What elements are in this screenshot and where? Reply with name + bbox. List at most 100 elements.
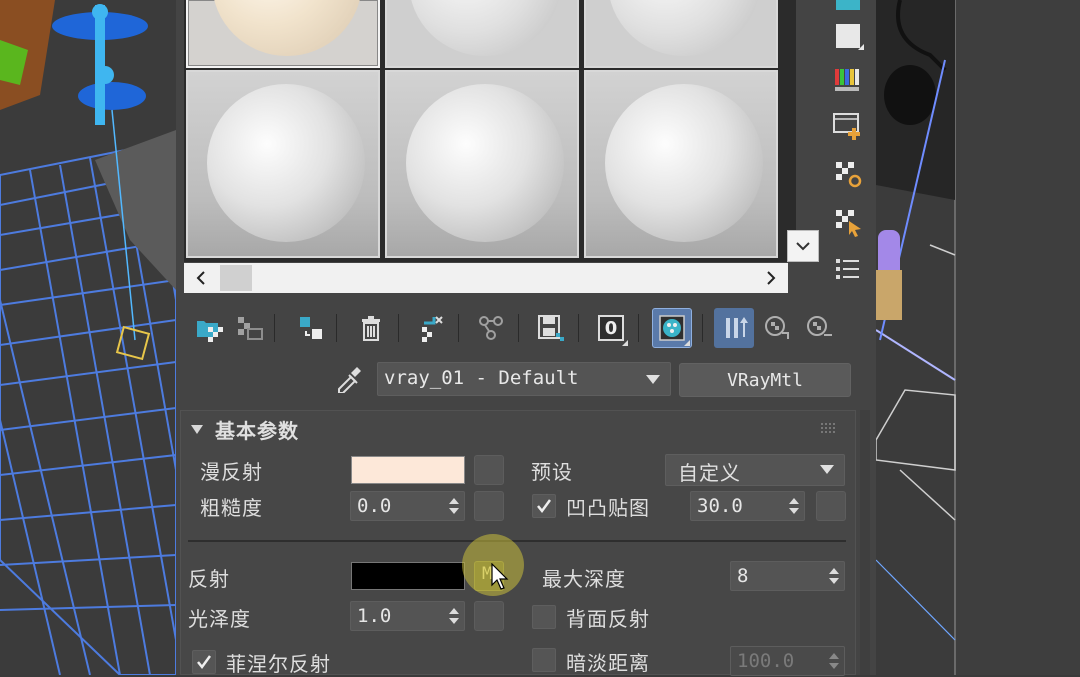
glossiness-spinner[interactable]: 1.0 bbox=[350, 601, 465, 631]
collapse-triangle-icon bbox=[191, 425, 203, 434]
max-depth-label: 最大深度 bbox=[542, 567, 626, 591]
roughness-label: 粗糙度 bbox=[200, 496, 263, 520]
go-forward-sibling-button[interactable] bbox=[802, 310, 836, 346]
reflect-label: 反射 bbox=[188, 567, 230, 591]
save-disk-icon bbox=[538, 315, 564, 341]
max-depth-spinner[interactable]: 8 bbox=[730, 561, 845, 591]
group-separator bbox=[188, 540, 846, 542]
max-depth-value: 8 bbox=[737, 565, 749, 587]
dim-distance-label: 暗淡距离 bbox=[566, 651, 650, 675]
material-editor-panel: 0 vray_01 - Default VRayMtl 基本参数 漫反射 预设 … bbox=[176, 0, 876, 676]
material-type-button[interactable]: VRayMtl bbox=[679, 363, 851, 397]
diffuse-color-swatch[interactable] bbox=[351, 456, 465, 484]
go-to-parent-button[interactable] bbox=[760, 310, 794, 346]
slots-scrollbar[interactable] bbox=[184, 263, 788, 293]
assign-material-button[interactable] bbox=[294, 310, 328, 346]
roughness-value: 0.0 bbox=[357, 495, 392, 517]
pick-material-button[interactable] bbox=[474, 310, 508, 346]
corner-arrow-icon bbox=[684, 340, 690, 346]
scroll-thumb[interactable] bbox=[220, 265, 252, 291]
put-to-scene-icon bbox=[238, 317, 263, 340]
trash-icon bbox=[362, 316, 380, 341]
spinner-arrows-icon bbox=[829, 653, 839, 669]
options-button[interactable] bbox=[830, 156, 866, 192]
material-name-dropdown[interactable]: vray_01 - Default bbox=[377, 362, 671, 396]
scroll-right-button[interactable] bbox=[754, 263, 788, 293]
select-material-icon bbox=[836, 210, 861, 237]
material-id-channel-button[interactable]: 0 bbox=[594, 310, 628, 346]
grip-icon bbox=[821, 423, 835, 433]
material-id-zero: 0 bbox=[598, 315, 624, 341]
bump-checkbox[interactable] bbox=[532, 494, 556, 518]
put-material-to-scene-button[interactable] bbox=[232, 310, 266, 346]
rollout-header[interactable]: 基本参数 bbox=[181, 411, 855, 447]
fresnel-checkbox[interactable] bbox=[192, 650, 216, 674]
bump-spinner[interactable]: 30.0 bbox=[690, 491, 805, 521]
dim-distance-value: 100.0 bbox=[737, 650, 795, 672]
material-type-label: VRayMtl bbox=[727, 369, 803, 391]
glossiness-value: 1.0 bbox=[357, 605, 392, 627]
dim-distance-spinner[interactable]: 100.0 bbox=[730, 646, 845, 676]
get-material-button[interactable] bbox=[192, 310, 226, 346]
bump-map-button[interactable] bbox=[816, 491, 846, 521]
sample-slot-1[interactable] bbox=[186, 0, 380, 68]
glossiness-map-button[interactable] bbox=[474, 601, 504, 631]
sample-slot-4[interactable] bbox=[186, 70, 380, 258]
sample-slot-5[interactable] bbox=[385, 70, 579, 258]
eyedropper-icon bbox=[338, 367, 361, 393]
get-material-icon bbox=[197, 321, 223, 342]
reflect-color-swatch[interactable] bbox=[351, 562, 465, 590]
dim-distance-checkbox[interactable] bbox=[532, 648, 556, 672]
material-navigator-button[interactable] bbox=[830, 250, 866, 286]
corner-arrow-icon bbox=[622, 340, 628, 346]
color-bars-icon bbox=[835, 69, 859, 91]
go-to-parent-icon bbox=[765, 316, 789, 339]
make-preview-button[interactable] bbox=[830, 108, 866, 144]
chevron-down-icon bbox=[796, 242, 810, 251]
roughness-map-button[interactable] bbox=[474, 491, 504, 521]
save-to-library-button[interactable] bbox=[534, 310, 568, 346]
make-unique-icon bbox=[422, 316, 443, 342]
sample-type-icon bbox=[836, 24, 864, 50]
diffuse-map-button[interactable] bbox=[474, 455, 504, 485]
show-shaded-material-button[interactable] bbox=[652, 308, 692, 348]
show-end-result-button[interactable] bbox=[714, 308, 754, 348]
sample-type-button[interactable] bbox=[830, 18, 866, 54]
go-sibling-icon bbox=[807, 316, 832, 336]
fresnel-label: 菲涅尔反射 bbox=[226, 652, 331, 676]
diffuse-label: 漫反射 bbox=[200, 460, 263, 484]
background-toggle-button[interactable] bbox=[830, 0, 866, 16]
select-by-material-button[interactable] bbox=[830, 204, 866, 240]
spinner-arrows-icon bbox=[789, 498, 799, 514]
film-preview-icon bbox=[833, 113, 860, 140]
bump-value: 30.0 bbox=[697, 495, 743, 517]
chevron-right-icon bbox=[767, 271, 776, 285]
preset-label: 预设 bbox=[531, 460, 573, 484]
panel-scrollbar[interactable] bbox=[860, 410, 870, 675]
bump-label: 凹凸贴图 bbox=[566, 496, 650, 520]
make-unique-button[interactable] bbox=[414, 310, 448, 346]
checkmark-icon bbox=[537, 499, 552, 514]
background-icon bbox=[836, 0, 860, 10]
reset-map-button[interactable] bbox=[354, 310, 388, 346]
roughness-spinner[interactable]: 0.0 bbox=[350, 491, 465, 521]
eyedropper-button[interactable] bbox=[332, 362, 366, 396]
sample-slot-6[interactable] bbox=[584, 70, 778, 258]
preset-value: 自定义 bbox=[678, 461, 741, 485]
back-reflect-checkbox[interactable] bbox=[532, 605, 556, 629]
preset-dropdown[interactable]: 自定义 bbox=[665, 454, 845, 486]
horizontal-toolbar: 0 bbox=[176, 300, 876, 360]
spinner-arrows-icon bbox=[449, 498, 459, 514]
spinner-arrows-icon bbox=[829, 568, 839, 584]
dropdown-arrow-icon bbox=[646, 375, 660, 384]
sample-slot-2[interactable] bbox=[385, 0, 579, 68]
pick-material-icon bbox=[479, 316, 503, 340]
chevron-left-icon bbox=[196, 271, 205, 285]
basic-params-rollout: 基本参数 bbox=[180, 410, 856, 675]
sample-slot-3[interactable] bbox=[584, 0, 778, 68]
slots-dropdown-button[interactable] bbox=[787, 230, 819, 262]
rollout-title: 基本参数 bbox=[215, 419, 299, 443]
video-color-check-button[interactable] bbox=[830, 62, 866, 98]
side-toolbar bbox=[826, 0, 876, 300]
scroll-left-button[interactable] bbox=[184, 263, 218, 293]
